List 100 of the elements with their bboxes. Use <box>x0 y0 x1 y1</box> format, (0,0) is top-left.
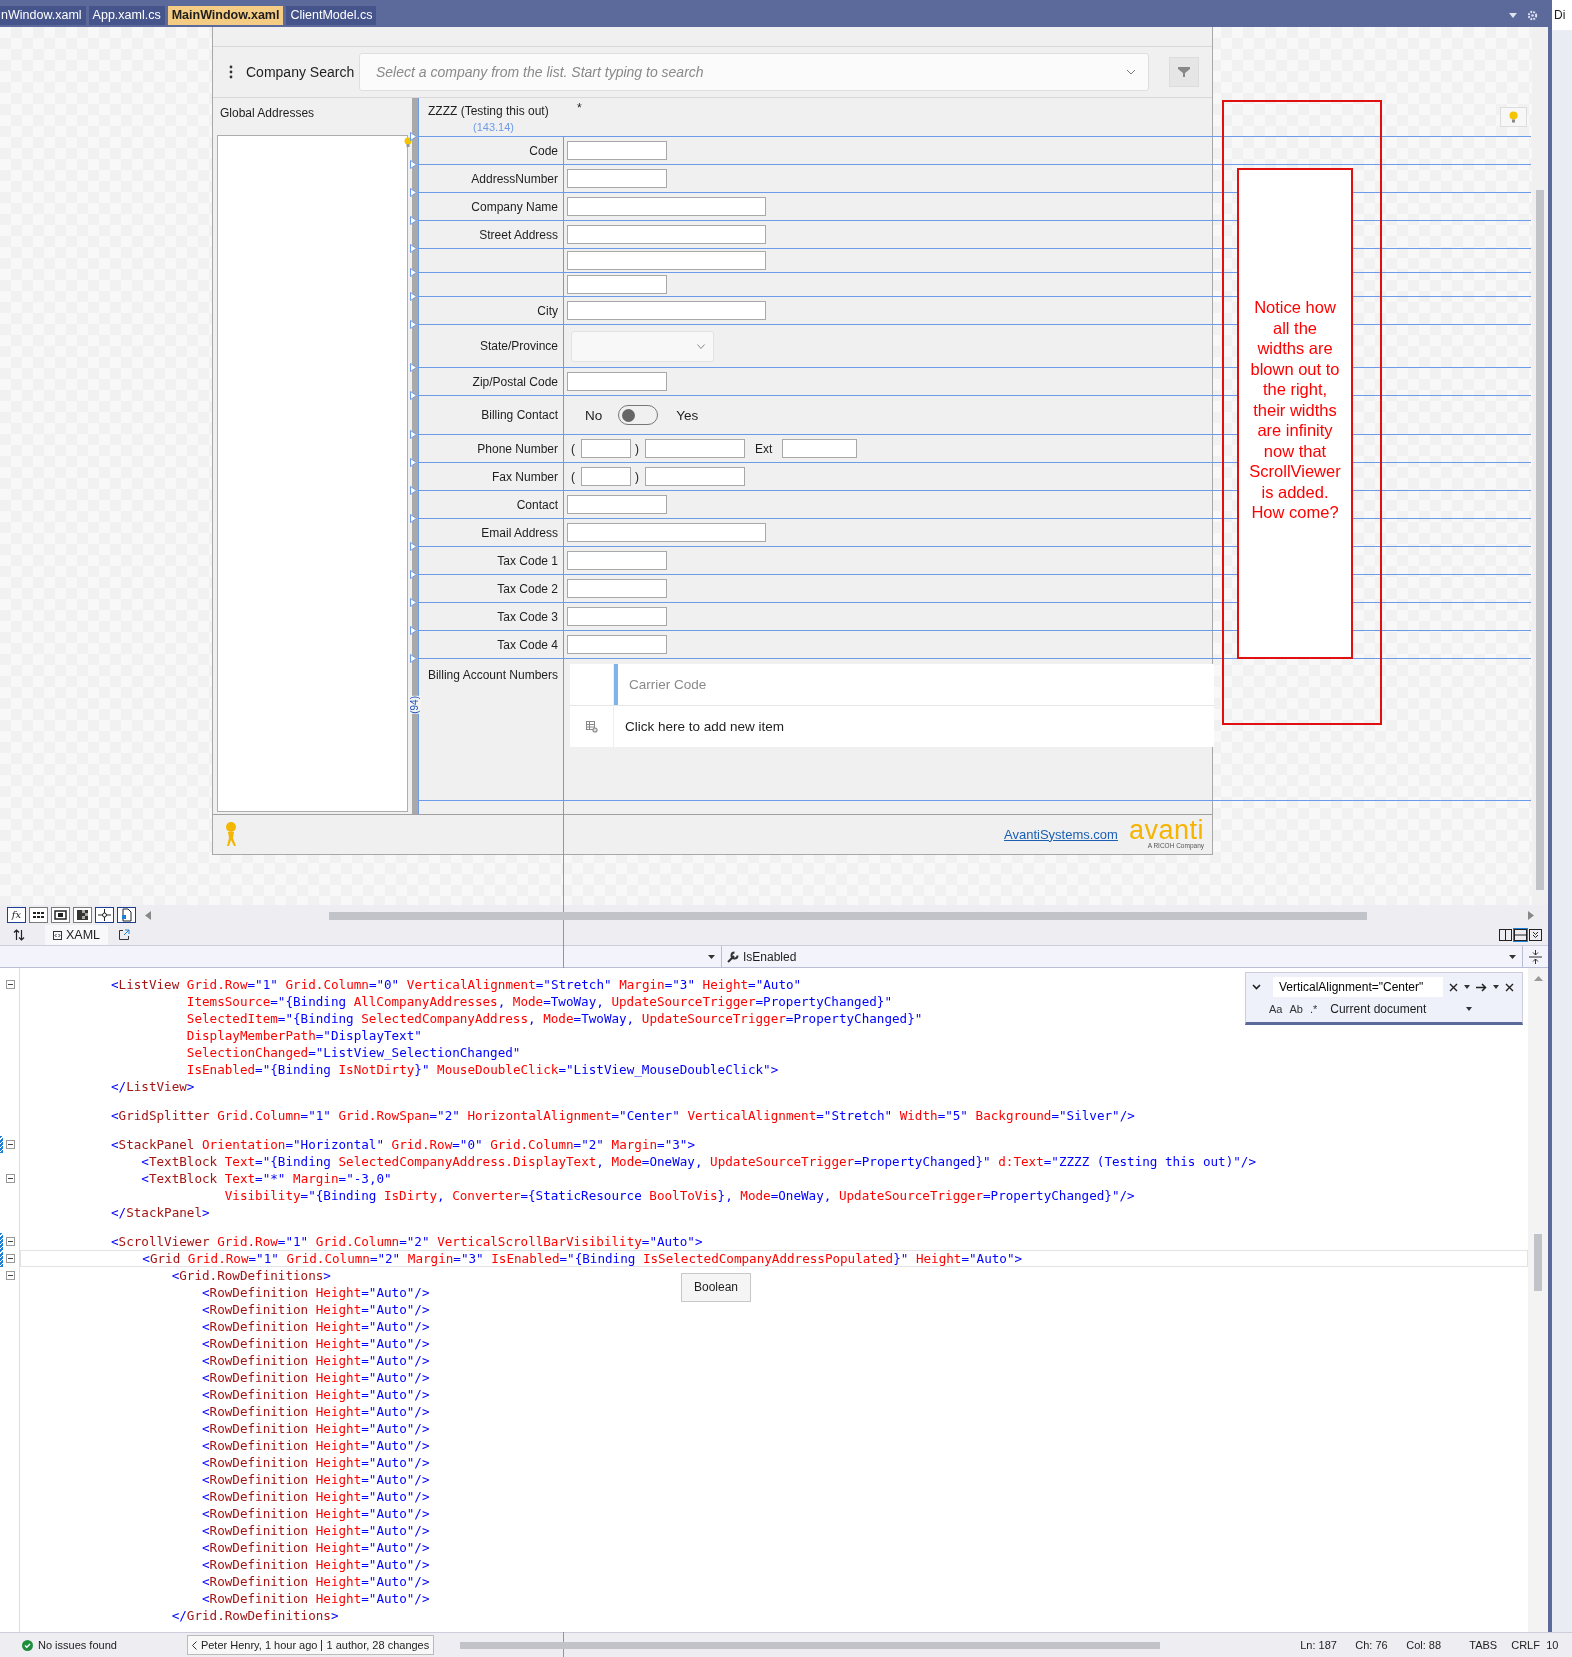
dropdown-field[interactable] <box>571 330 714 362</box>
text-field[interactable] <box>567 301 766 320</box>
text-field[interactable] <box>567 551 667 570</box>
issues-status[interactable]: No issues found <box>38 1639 117 1651</box>
text-field[interactable] <box>567 169 667 188</box>
row-marker-icon[interactable] <box>410 626 417 635</box>
crosshair-icon[interactable] <box>95 907 114 923</box>
row-marker-icon[interactable] <box>410 570 417 579</box>
line-number[interactable]: Ln: 187 <box>1300 1639 1356 1651</box>
area-code-field[interactable] <box>581 467 631 486</box>
document-icon[interactable] <box>117 907 136 923</box>
number-field[interactable] <box>645 439 745 458</box>
find-option-button[interactable]: Ab <box>1289 1003 1303 1015</box>
formula-button[interactable]: fx <box>7 907 26 923</box>
chevron-down-icon[interactable] <box>1252 984 1261 990</box>
document-tab[interactable]: nWindow.xaml <box>0 5 86 25</box>
pop-out-icon[interactable] <box>118 929 131 941</box>
collapse-icon[interactable] <box>6 1254 15 1263</box>
lightbulb-button[interactable] <box>1500 107 1527 127</box>
row-marker-icon[interactable] <box>410 216 417 225</box>
row-marker-icon[interactable] <box>410 188 417 197</box>
scope-dropdown[interactable]: Current document <box>1330 1002 1473 1016</box>
xaml-tab[interactable]: XAML <box>45 925 109 945</box>
scroll-thumb[interactable] <box>1536 190 1544 890</box>
side-panel-tab[interactable]: Di <box>1552 0 1572 30</box>
column-number[interactable]: Col: 88 <box>1406 1639 1470 1651</box>
scroll-thumb[interactable] <box>1534 1234 1542 1291</box>
checkerboard-icon[interactable] <box>73 907 92 923</box>
extension-field[interactable] <box>782 439 858 458</box>
row-marker-icon[interactable] <box>410 160 417 169</box>
row-marker-icon[interactable] <box>410 292 417 301</box>
scroll-thumb[interactable] <box>329 912 1367 920</box>
text-field[interactable] <box>567 251 766 270</box>
char-number[interactable]: Ch: 76 <box>1355 1639 1407 1651</box>
row-marker-icon[interactable] <box>410 363 417 372</box>
website-link[interactable]: AvantiSystems.com <box>1004 826 1118 842</box>
vertical-scrollbar[interactable] <box>1532 27 1548 905</box>
document-tab[interactable]: ClientModel.cs <box>286 5 377 25</box>
vertical-dots-icon[interactable] <box>229 65 233 79</box>
scroll-up-icon[interactable] <box>1533 976 1543 981</box>
find-field[interactable]: VerticalAlignment="Center" <box>1273 977 1443 997</box>
text-field[interactable] <box>567 225 766 244</box>
row-marker-icon[interactable] <box>410 654 417 663</box>
collapse-pane-icon[interactable] <box>1529 929 1542 941</box>
collapse-icon[interactable] <box>6 1174 15 1183</box>
indent-mode[interactable]: TABS <box>1469 1639 1512 1651</box>
dropdown-caret-icon[interactable] <box>1464 985 1470 989</box>
collapse-icon[interactable] <box>6 1271 15 1280</box>
row-marker-icon[interactable] <box>410 391 417 400</box>
collapse-icon[interactable] <box>6 1140 15 1149</box>
swap-arrows-icon[interactable] <box>13 929 25 941</box>
column-header[interactable]: Carrier Code <box>614 664 707 705</box>
text-field[interactable] <box>567 523 766 542</box>
scroll-left-icon[interactable] <box>145 910 151 920</box>
text-field[interactable] <box>567 635 667 654</box>
scroll-right-icon[interactable] <box>1528 910 1534 920</box>
scroll-thumb[interactable] <box>460 1642 1161 1649</box>
area-code-field[interactable] <box>581 439 631 458</box>
row-marker-icon[interactable] <box>410 244 417 253</box>
snap-grid-icon[interactable] <box>51 907 70 923</box>
collapse-icon[interactable] <box>6 980 15 989</box>
text-field[interactable] <box>567 372 667 391</box>
grid-icon[interactable] <box>29 907 48 923</box>
text-field[interactable] <box>567 579 667 598</box>
row-marker-icon[interactable] <box>410 268 417 277</box>
company-search-combobox[interactable]: Select a company from the list. Start typing to search <box>359 53 1149 91</box>
text-field[interactable] <box>567 495 667 514</box>
row-marker-icon[interactable] <box>410 320 417 329</box>
row-marker-icon[interactable] <box>410 132 417 141</box>
split-editor-icon[interactable] <box>1529 950 1542 964</box>
document-tab[interactable]: MainWindow.xaml <box>167 5 284 25</box>
split-horizontal-icon[interactable] <box>1514 929 1527 941</box>
add-item-row[interactable]: Click here to add new item <box>614 719 785 734</box>
filter-button[interactable] <box>1169 57 1199 87</box>
vertical-scrollbar[interactable] <box>1528 968 1548 1632</box>
line-ending[interactable]: CRLF <box>1511 1639 1547 1651</box>
row-marker-icon[interactable] <box>410 430 417 439</box>
split-vertical-icon[interactable] <box>1499 929 1512 941</box>
arrow-right-icon[interactable] <box>1476 982 1487 992</box>
find-option-button[interactable]: Aa <box>1269 1003 1283 1015</box>
find-option-button[interactable]: .* <box>1309 1003 1318 1015</box>
row-marker-icon[interactable] <box>410 542 417 551</box>
text-field[interactable] <box>567 275 667 294</box>
git-blame-box[interactable]: Peter Henry, 1 hour ago 1 author, 28 changes <box>186 1635 435 1655</box>
zoom-level[interactable]: 10 <box>1546 1639 1559 1651</box>
search-input[interactable]: Select a company from the list. Start typing to search <box>376 64 1126 80</box>
row-marker-icon[interactable] <box>410 486 417 495</box>
row-marker-icon[interactable] <box>410 514 417 523</box>
collapse-icon[interactable] <box>6 1237 15 1246</box>
text-field[interactable] <box>567 141 667 160</box>
document-tab[interactable]: App.xaml.cs <box>88 5 165 25</box>
toggle-switch[interactable] <box>618 405 659 425</box>
settings-icon[interactable] <box>1527 9 1538 21</box>
row-marker-icon[interactable] <box>410 458 417 467</box>
clear-icon[interactable] <box>1449 982 1458 992</box>
text-field[interactable] <box>567 197 766 216</box>
dropdown-caret-icon[interactable] <box>1493 985 1499 989</box>
text-field[interactable] <box>567 607 667 626</box>
close-icon[interactable] <box>1505 982 1514 992</box>
row-marker-icon[interactable] <box>410 598 417 607</box>
